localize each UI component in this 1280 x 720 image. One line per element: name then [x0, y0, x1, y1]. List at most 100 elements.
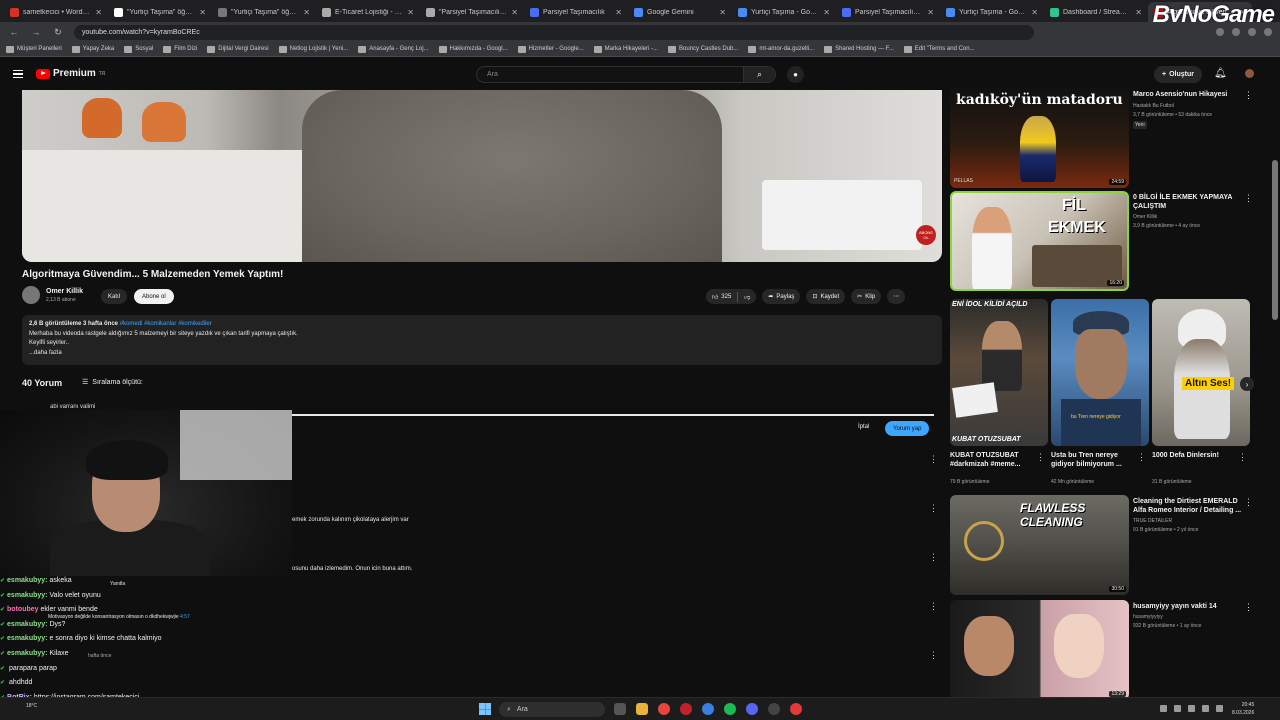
- subscribe-watermark[interactable]: ABONE OL: [916, 225, 936, 245]
- channel-avatar[interactable]: [22, 286, 40, 304]
- spotify-icon[interactable]: [724, 703, 736, 715]
- close-icon[interactable]: ✕: [1031, 8, 1038, 17]
- video-player[interactable]: ABONE OL: [22, 90, 942, 262]
- short-title[interactable]: 1000 Defa Dinlersin!: [1152, 451, 1242, 460]
- chrome-icon[interactable]: [658, 703, 670, 715]
- taskbar-clock[interactable]: 20:45 8.03.2026: [1232, 701, 1254, 717]
- bookmark-item[interactable]: Bouncy Castles Dub...: [668, 45, 738, 53]
- submit-comment-button[interactable]: Yorum yap: [885, 421, 930, 436]
- like-button[interactable]: 👍︎ 325 👎︎: [706, 289, 757, 304]
- save-button[interactable]: ⊡ Kaydet: [806, 289, 846, 304]
- profile-icon[interactable]: [1264, 28, 1272, 36]
- browser-tab[interactable]: Dashboard / Streamlabs ✕: [1044, 2, 1148, 22]
- close-icon[interactable]: ✕: [199, 8, 206, 17]
- video-card[interactable]: FLAWLESS CLEANING 30:50 Cleaning the Dir…: [950, 495, 1260, 595]
- comment-menu-icon[interactable]: ⋮: [929, 553, 938, 562]
- short-thumbnail[interactable]: ENİ İDOL KİLİDİ AÇILD KUBAT OTUZSUBAT: [950, 299, 1048, 446]
- browser-tab[interactable]: "Yurtiçi Taşıma" öğesini il ✕: [108, 2, 212, 22]
- menu-icon[interactable]: [13, 70, 23, 78]
- video-title[interactable]: husamyiyy yayın vakti 14: [1133, 602, 1245, 611]
- bookmark-item[interactable]: Sosyal: [124, 45, 153, 53]
- channel-name[interactable]: TRUE DETAILER: [1133, 517, 1172, 525]
- video-title[interactable]: Cleaning the Dirtiest EMERALD Alfa Romeo…: [1133, 497, 1245, 515]
- search-button[interactable]: ⌕: [743, 67, 775, 82]
- close-icon[interactable]: ✕: [1135, 8, 1142, 17]
- page-scrollbar[interactable]: [1272, 160, 1278, 320]
- task-view-icon[interactable]: [614, 703, 626, 715]
- more-vert-icon[interactable]: ⋮: [1244, 193, 1253, 204]
- discord-icon[interactable]: [746, 703, 758, 715]
- channel-name[interactable]: Hastalık Bu Futbol: [1133, 102, 1174, 110]
- cancel-button[interactable]: İptal: [858, 424, 869, 430]
- browser-tab[interactable]: Yurtiçi Taşıma - Google D ✕: [732, 2, 836, 22]
- video-thumbnail[interactable]: FLAWLESS CLEANING 30:50: [950, 495, 1129, 595]
- more-vert-icon[interactable]: ⋮: [1244, 90, 1253, 101]
- show-more-link[interactable]: ...daha fazla: [29, 349, 935, 359]
- microphone-icon[interactable]: ●: [787, 66, 804, 83]
- comment-menu-icon[interactable]: ⋮: [929, 651, 938, 660]
- close-icon[interactable]: ✕: [407, 8, 414, 17]
- clip-button[interactable]: ✂ Klip: [851, 289, 882, 304]
- browser-tab[interactable]: "Parsiyel Taşımacılık" öğe ✕: [420, 2, 524, 22]
- create-button[interactable]: + Oluştur: [1154, 66, 1202, 83]
- chrome-icon[interactable]: [702, 703, 714, 715]
- subscribe-button[interactable]: Abone ol: [134, 289, 174, 304]
- close-icon[interactable]: ✕: [927, 8, 934, 17]
- browser-tab[interactable]: Parsiyel Taşımacılık ✕: [524, 2, 628, 22]
- bookmark-item[interactable]: Edit "Terms and Con...: [903, 45, 975, 53]
- extension-icon[interactable]: [1232, 28, 1240, 36]
- short-thumbnail[interactable]: Altın Ses!: [1152, 299, 1250, 446]
- file-explorer-icon[interactable]: [636, 703, 648, 715]
- comment-menu-icon[interactable]: ⋮: [929, 602, 938, 611]
- short-title[interactable]: KUBAT OTUZSUBAT #darkmizah #meme...: [950, 451, 1040, 469]
- bookmark-item[interactable]: Müşteri Panelleri: [6, 45, 62, 53]
- browser-tab[interactable]: Parsiyel Taşımacılık - Goo ✕: [836, 2, 940, 22]
- notifications-bell-icon[interactable]: 🔔︎: [1214, 68, 1227, 79]
- reply-label[interactable]: Yanıtla: [110, 581, 125, 587]
- close-icon[interactable]: ✕: [823, 8, 830, 17]
- video-title[interactable]: Marco Asensio'nun Hikayesi: [1133, 90, 1245, 99]
- short-title[interactable]: Usta bu Tren nereye gidiyor bilmiyorum .…: [1051, 451, 1141, 469]
- bookmark-item[interactable]: mt-amor-da.guzelli...: [748, 45, 814, 53]
- more-vert-icon[interactable]: ⋮: [1244, 497, 1253, 508]
- join-button[interactable]: Katıl: [101, 289, 128, 304]
- more-vert-icon[interactable]: ⋮: [1244, 602, 1253, 613]
- short-thumbnail[interactable]: bu Tren nereye gidiyor: [1051, 299, 1149, 446]
- comment-menu-icon[interactable]: ⋮: [929, 504, 938, 513]
- bookmark-item[interactable]: Netlog Lojistik | Yeni...: [278, 45, 348, 53]
- video-thumbnail[interactable]: kadıköy'ün matadoru PELLAS 24:59: [950, 88, 1129, 188]
- browser-tab[interactable]: sametkecici • Wordpress ✕: [4, 2, 108, 22]
- bookmark-item[interactable]: Film Dizi: [163, 45, 197, 53]
- url-input[interactable]: youtube.com/watch?v=kyramBoCREc: [74, 24, 1034, 40]
- thumbs-down-icon[interactable]: 👎︎: [744, 293, 750, 301]
- close-icon[interactable]: ✕: [511, 8, 518, 17]
- close-icon[interactable]: ✕: [303, 8, 310, 17]
- bookmark-item[interactable]: Hizmetler - Google...: [517, 45, 584, 53]
- forward-icon[interactable]: →: [30, 27, 42, 37]
- more-vert-icon[interactable]: ⋮: [1238, 453, 1247, 462]
- browser-tab[interactable]: E-Ticaret Lojistiği - Genç✕: [316, 2, 420, 22]
- app-icon[interactable]: [680, 703, 692, 715]
- tray-icon[interactable]: [1202, 705, 1209, 712]
- video-card[interactable]: kadıköy'ün matadoru PELLAS 24:59 Marco A…: [950, 88, 1260, 188]
- chevron-right-icon[interactable]: ›: [1240, 377, 1254, 391]
- video-card[interactable]: FİL EKMEK 16:20 0 BİLGİ İLE EKMEK YAPMAY…: [950, 191, 1260, 291]
- close-icon[interactable]: ✕: [95, 8, 102, 17]
- app-icon[interactable]: [790, 703, 802, 715]
- video-thumbnail[interactable]: FİL EKMEK 16:20: [950, 191, 1129, 291]
- close-icon[interactable]: ✕: [615, 8, 622, 17]
- browser-tab[interactable]: "Yurtiçi Taşıma" öğesini il ✕: [212, 2, 316, 22]
- description-box[interactable]: 2,6 B görüntüleme 3 hafta önce #komedi #…: [22, 315, 942, 365]
- bookmark-item[interactable]: Dijital Vergi Dairesi: [207, 45, 269, 53]
- comment-input[interactable]: [292, 414, 934, 416]
- obs-icon[interactable]: [768, 703, 780, 715]
- extension-icon[interactable]: [1248, 28, 1256, 36]
- channel-name[interactable]: Omer Killik: [46, 288, 83, 295]
- reload-icon[interactable]: ↻: [52, 27, 64, 38]
- tray-icon[interactable]: [1160, 705, 1167, 712]
- channel-name[interactable]: husamyiyyiyy: [1133, 613, 1163, 621]
- bookmark-item[interactable]: Hakkımızda - Googl...: [438, 45, 508, 53]
- back-icon[interactable]: ←: [8, 27, 20, 37]
- video-title[interactable]: 0 BİLGİ İLE EKMEK YAPMAYA ÇALIŞTIM: [1133, 193, 1245, 211]
- timestamp-link[interactable]: 4:57: [180, 614, 190, 620]
